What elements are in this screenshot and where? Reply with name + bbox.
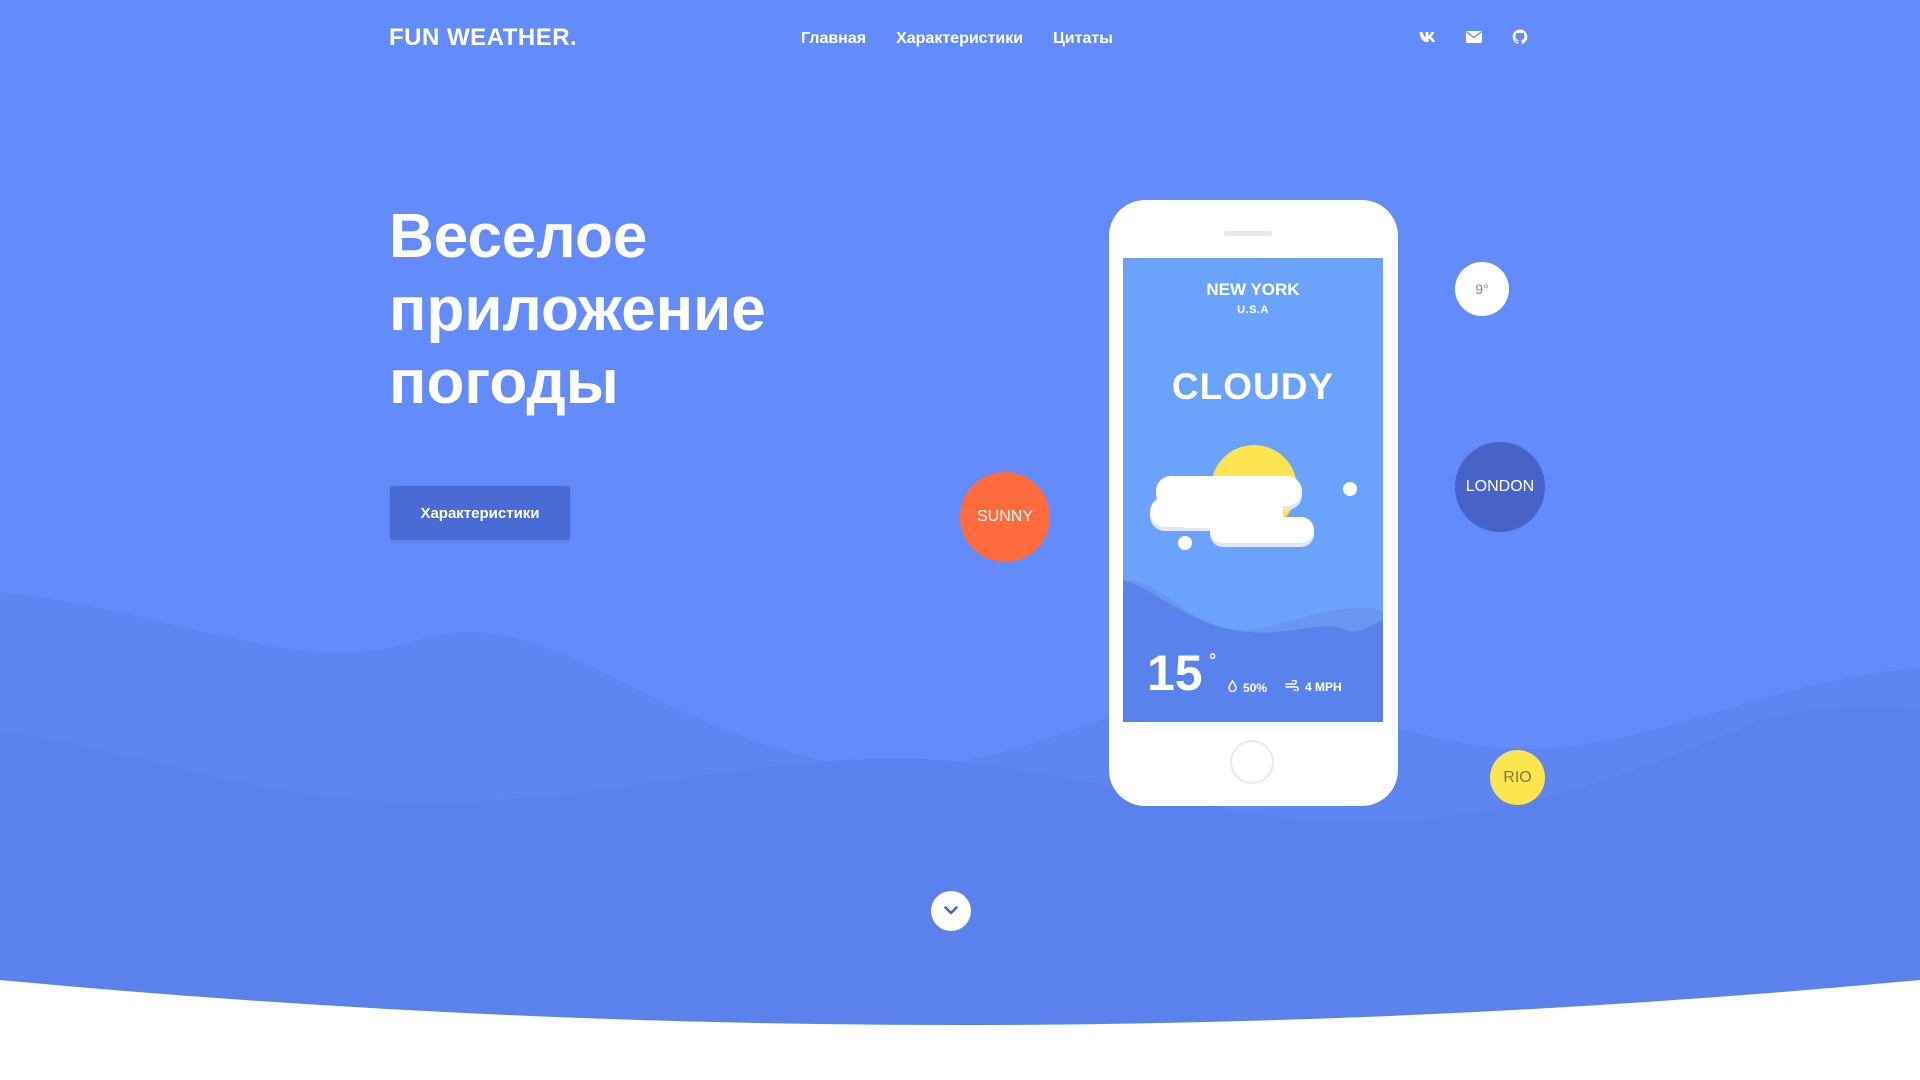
nav-link-quotes[interactable]: Цитаты xyxy=(1053,30,1113,48)
humidity-stat: 50% xyxy=(1228,679,1268,695)
city-name: NEW YORK xyxy=(1206,280,1300,299)
chevron-down-icon xyxy=(944,902,958,920)
phone-mockup: NEW YORK U.S.A CLOUDY 15 ° 50% 4 MPH xyxy=(1109,200,1398,806)
wind-stat: 4 MPH xyxy=(1285,679,1342,694)
droplet-icon xyxy=(1228,679,1237,695)
landing-page: FUN WEATHER. Главная Характеристики Цита… xyxy=(0,0,1920,1080)
mail-icon[interactable] xyxy=(1464,28,1484,46)
phone-speaker xyxy=(1224,231,1272,236)
london-bubble[interactable]: LONDON xyxy=(1455,442,1545,532)
weather-condition: CLOUDY xyxy=(1171,366,1335,407)
wind-icon xyxy=(1285,679,1299,694)
country-name: U.S.A xyxy=(1237,304,1269,316)
hero-title-line: погоды xyxy=(389,348,619,417)
main-nav: Главная Характеристики Цитаты xyxy=(801,30,1113,48)
temperature-value: 15 xyxy=(1147,645,1203,701)
nav-link-features[interactable]: Характеристики xyxy=(896,30,1023,48)
degree-symbol: ° xyxy=(1209,650,1217,670)
hero-title: Веселое приложение погоды xyxy=(389,200,949,419)
github-icon[interactable] xyxy=(1510,28,1530,46)
site-header: FUN WEATHER. Главная Характеристики Цита… xyxy=(0,0,1920,80)
phone-screen: NEW YORK U.S.A CLOUDY 15 ° 50% 4 MPH xyxy=(1123,258,1383,722)
social-links xyxy=(1418,28,1530,46)
hero-title-line: приложение xyxy=(389,275,766,344)
nav-link-home[interactable]: Главная xyxy=(801,30,866,48)
scroll-down-button[interactable] xyxy=(931,891,971,931)
features-button[interactable]: Характеристики xyxy=(390,486,570,540)
rio-bubble[interactable]: RIO xyxy=(1490,750,1545,805)
humidity-value: 50% xyxy=(1243,680,1268,695)
sunny-bubble[interactable]: SUNNY xyxy=(960,472,1050,562)
site-logo[interactable]: FUN WEATHER. xyxy=(389,24,577,52)
wind-value: 4 MPH xyxy=(1305,680,1342,694)
phone-home-button xyxy=(1230,740,1274,784)
hero-title-line: Веселое xyxy=(389,202,648,271)
vk-icon[interactable] xyxy=(1418,28,1438,46)
temperature-bubble[interactable]: 9° xyxy=(1455,262,1509,316)
